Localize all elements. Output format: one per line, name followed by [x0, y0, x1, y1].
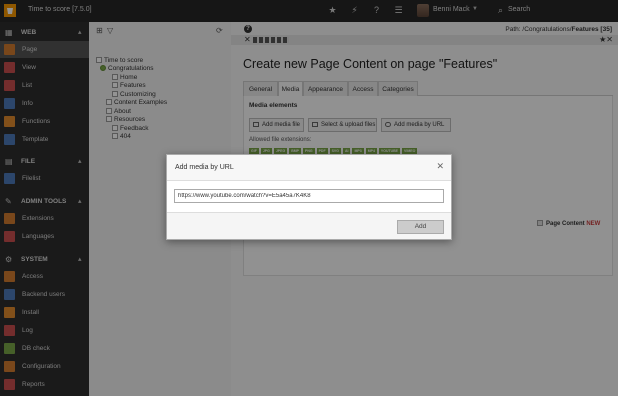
add-media-by-url-modal: Add media by URL ✕ Add — [166, 154, 452, 240]
close-icon[interactable]: ✕ — [436, 161, 444, 172]
modal-footer: Add — [167, 212, 451, 239]
add-button[interactable]: Add — [397, 220, 444, 234]
media-url-input[interactable] — [174, 189, 444, 203]
modal-title: Add media by URL — [175, 164, 234, 171]
modal-header: Add media by URL ✕ — [167, 155, 451, 181]
